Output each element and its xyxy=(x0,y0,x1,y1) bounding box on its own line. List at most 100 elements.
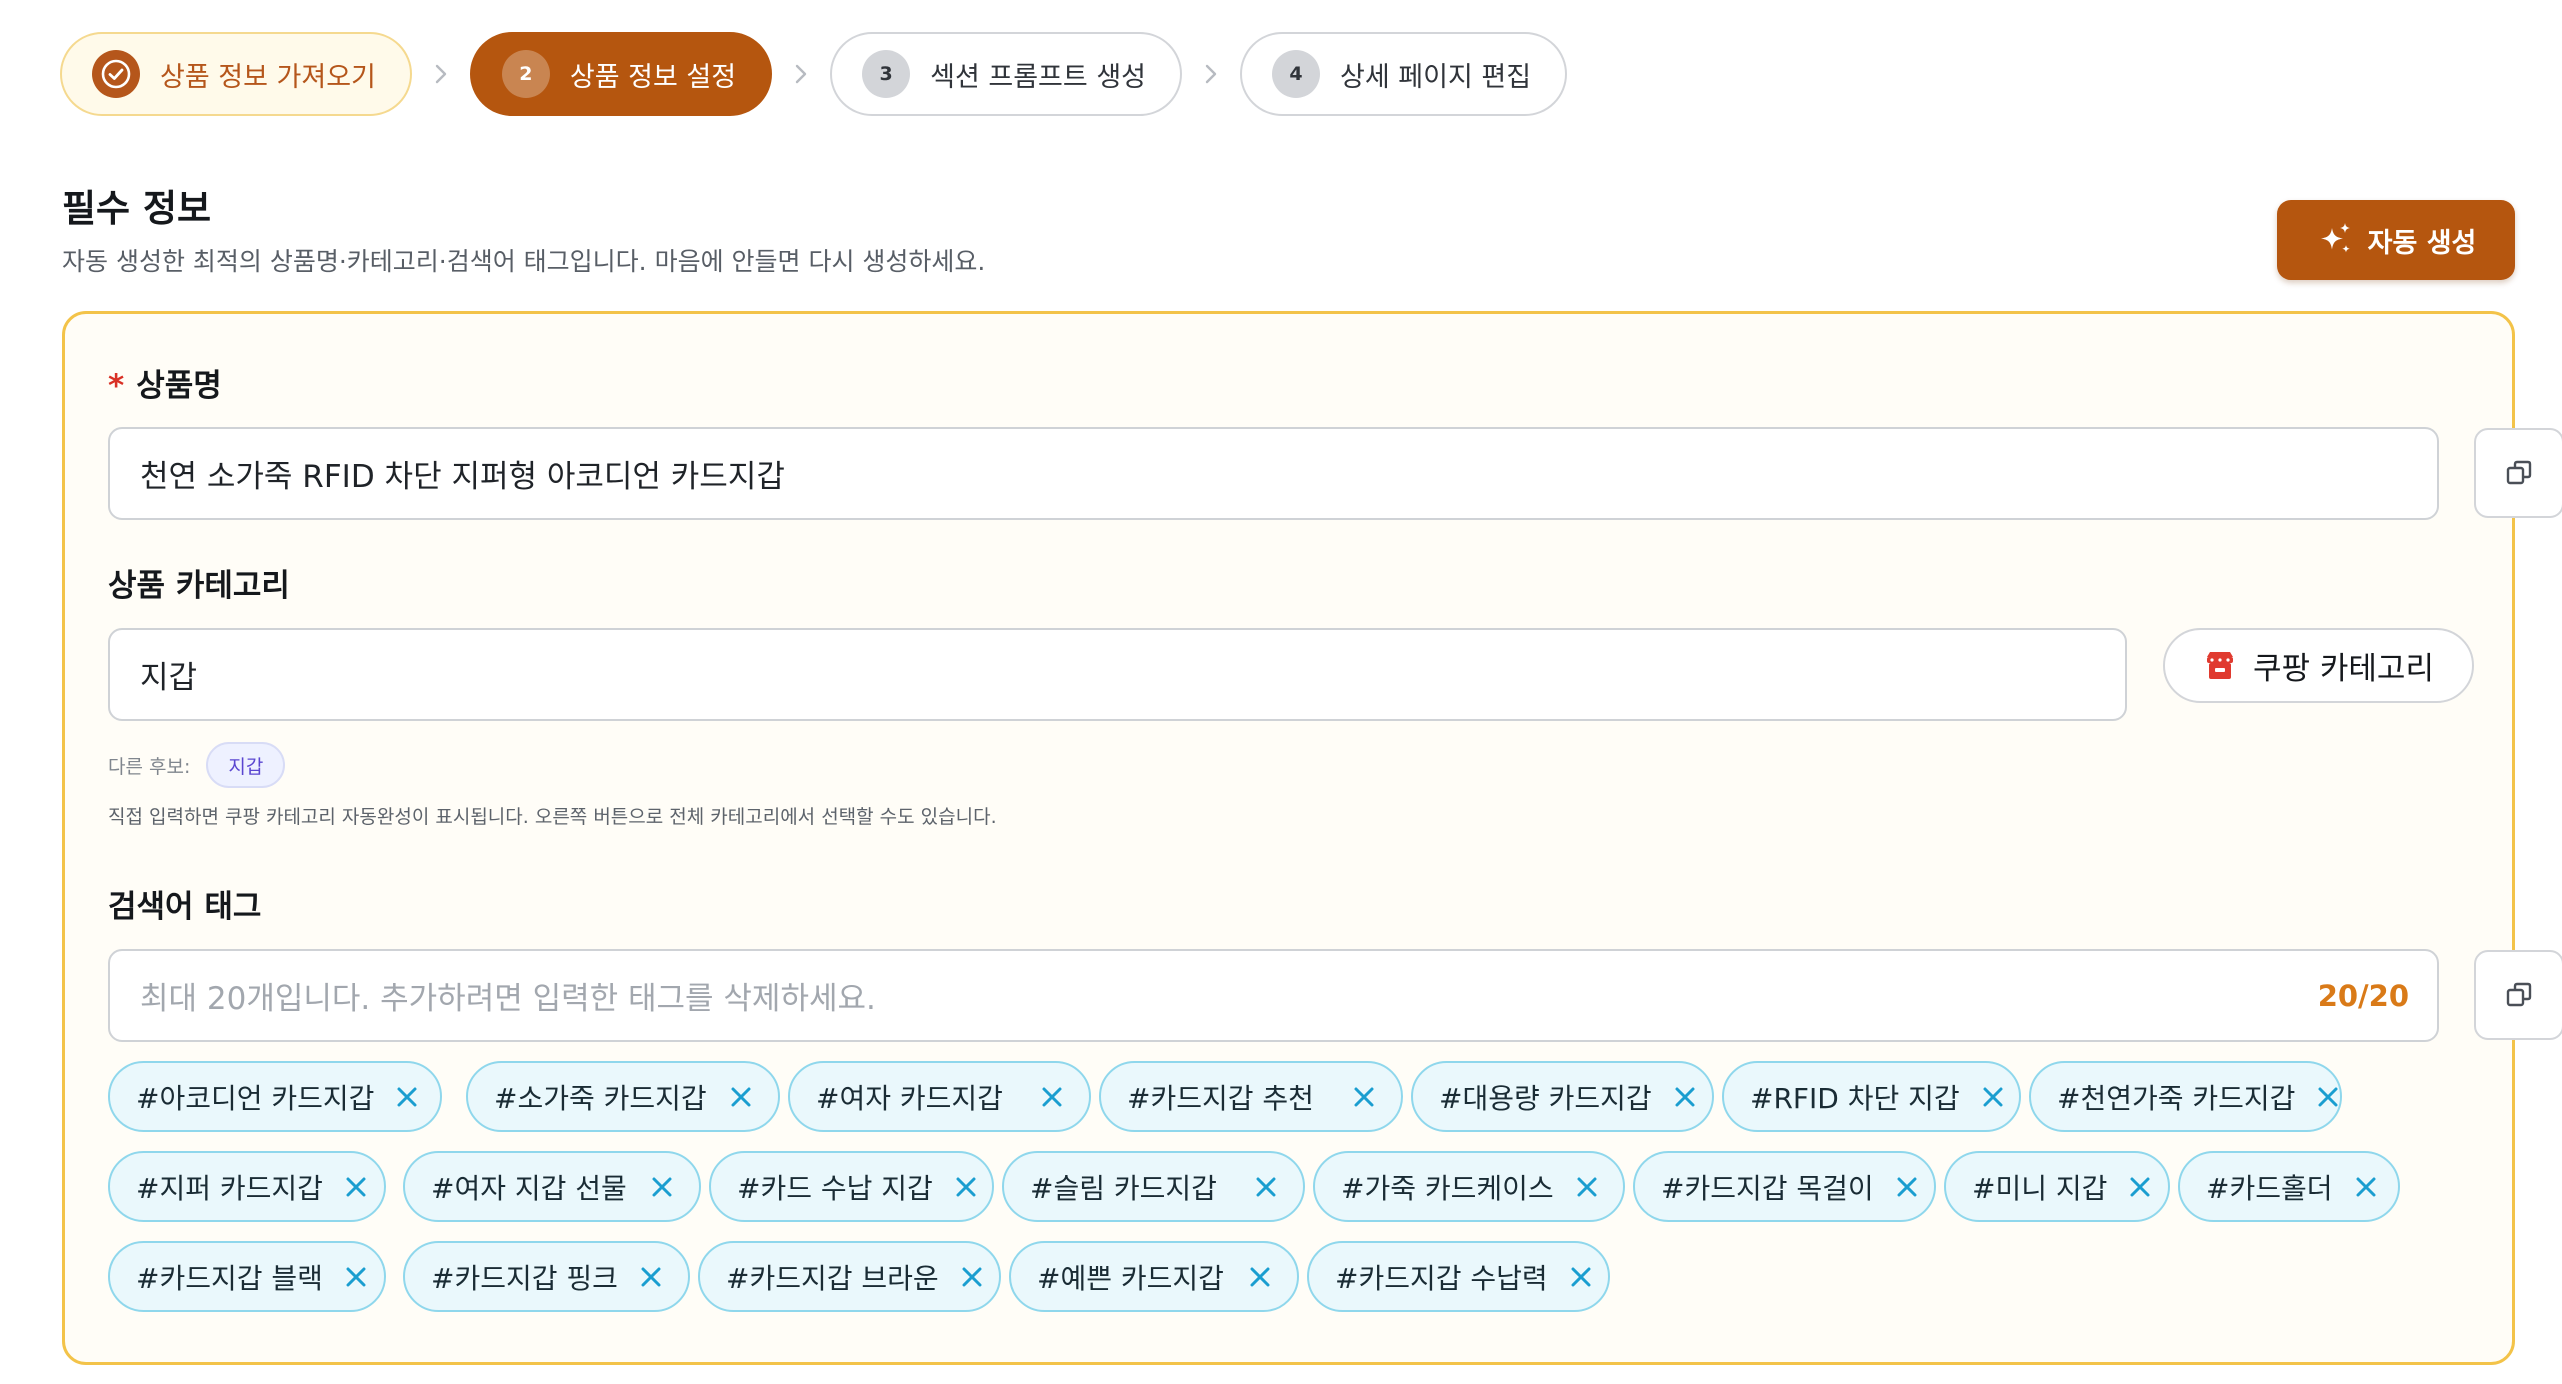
search-tag-chip: #미니 지갑 xyxy=(1944,1151,2170,1222)
search-tag-label: #카드지갑 핑크 xyxy=(431,1261,618,1295)
product-name-label: * 상품명 xyxy=(108,360,222,405)
auto-generate-label: 자동 생성 xyxy=(2367,227,2477,259)
search-tag-label: #천연가죽 카드지갑 xyxy=(2057,1081,2296,1115)
search-tag-chip: #여자 지갑 선물 xyxy=(403,1151,701,1222)
product-name-value: 천연 소가죽 RFID 차단 지퍼형 아코디언 카드지갑 xyxy=(140,459,785,495)
remove-tag-close-icon[interactable] xyxy=(1892,1172,1922,1202)
search-tag-chip: #카드지갑 브라운 xyxy=(698,1241,1001,1312)
search-tag-label: #소가죽 카드지갑 xyxy=(494,1081,707,1115)
required-info-card: * 상품명 천연 소가죽 RFID 차단 지퍼형 아코디언 카드지갑 상품 카테고… xyxy=(62,311,2562,1365)
sparkles-icon xyxy=(2316,220,2356,260)
search-tag-label: #RFID 차단 지갑 xyxy=(1750,1081,1960,1115)
copy-product-name-button[interactable] xyxy=(2474,428,2562,518)
remove-tag-close-icon[interactable] xyxy=(392,1082,422,1112)
search-tag-label: #아코디언 카드지갑 xyxy=(136,1081,375,1115)
search-tag-label: #카드지갑 목걸이 xyxy=(1661,1171,1874,1205)
search-tag-label: #카드지갑 추천 xyxy=(1127,1081,1314,1115)
coupang-category-label: 쿠팡 카테고리 xyxy=(2253,651,2434,687)
step-2-label: 상품 정보 설정 xyxy=(569,61,737,93)
remove-tag-close-icon[interactable] xyxy=(1245,1262,1275,1292)
copy-tags-button[interactable] xyxy=(2474,950,2562,1040)
step-1-import-product[interactable]: 상품 정보 가져오기 xyxy=(60,32,412,116)
category-input[interactable]: 지갑 xyxy=(108,628,2127,721)
step-2-product-settings[interactable]: 2 상품 정보 설정 xyxy=(469,32,773,116)
step-4-number: 4 xyxy=(1272,50,1320,98)
remove-tag-close-icon[interactable] xyxy=(1037,1082,1067,1112)
section-title: 필수 정보 xyxy=(62,187,212,230)
copy-icon xyxy=(2504,458,2534,488)
chevron-right-icon xyxy=(412,62,470,86)
search-tag-label: #카드지갑 수납력 xyxy=(1335,1261,1548,1295)
product-name-input[interactable]: 천연 소가죽 RFID 차단 지퍼형 아코디언 카드지갑 xyxy=(108,427,2439,520)
search-tag-label: #지퍼 카드지갑 xyxy=(136,1171,323,1205)
step-4-detail-page-edit[interactable]: 4 상세 페이지 편집 xyxy=(1240,32,1568,116)
search-tag-chip: #카드지갑 블랙 xyxy=(108,1241,386,1312)
search-tag-chip: #카드 수납 지갑 xyxy=(709,1151,994,1222)
search-tag-label: #카드 수납 지갑 xyxy=(737,1171,933,1205)
section-subtitle: 자동 생성한 최적의 상품명·카테고리·검색어 태그입니다. 마음에 안들면 다… xyxy=(62,247,986,276)
search-tag-label: #가죽 카드케이스 xyxy=(1341,1171,1554,1205)
candidates-label: 다른 후보: xyxy=(108,755,191,778)
product-name-label-text: 상품명 xyxy=(136,368,222,404)
remove-tag-close-icon[interactable] xyxy=(1566,1262,1596,1292)
remove-tag-close-icon[interactable] xyxy=(636,1262,666,1292)
search-tag-chip: #예쁜 카드지갑 xyxy=(1009,1241,1299,1312)
stepper: 상품 정보 가져오기 2 상품 정보 설정 3 섹션 프롬프트 생성 4 상세 … xyxy=(60,32,1568,116)
search-tag-label: #대용량 카드지갑 xyxy=(1439,1081,1652,1115)
search-tag-label: #카드지갑 브라운 xyxy=(726,1261,939,1295)
candidate-chip[interactable]: 지갑 xyxy=(206,742,286,788)
store-icon xyxy=(2203,649,2237,683)
remove-tag-close-icon[interactable] xyxy=(341,1262,371,1292)
copy-icon xyxy=(2504,980,2534,1010)
remove-tag-close-icon[interactable] xyxy=(647,1172,677,1202)
search-tags-label: 검색어 태그 xyxy=(108,889,262,925)
remove-tag-close-icon[interactable] xyxy=(951,1172,981,1202)
search-tag-chip: #카드홀더 xyxy=(2178,1151,2400,1222)
step-3-label: 섹션 프롬프트 생성 xyxy=(930,61,1146,93)
search-tag-label: #슬림 카드지갑 xyxy=(1030,1171,1217,1205)
search-tag-chip: #아코디언 카드지갑 xyxy=(108,1061,442,1132)
remove-tag-close-icon[interactable] xyxy=(2313,1082,2343,1112)
search-tag-chip: #여자 카드지갑 xyxy=(788,1061,1091,1132)
step-2-number: 2 xyxy=(501,50,550,98)
search-tag-label: #카드지갑 블랙 xyxy=(136,1261,323,1295)
step-1-label: 상품 정보 가져오기 xyxy=(160,61,376,93)
remove-tag-close-icon[interactable] xyxy=(1572,1172,1602,1202)
chevron-right-icon xyxy=(772,62,830,86)
search-tag-chip: #지퍼 카드지갑 xyxy=(108,1151,386,1222)
search-tags-placeholder: 최대 20개입니다. 추가하려면 입력한 태그를 삭제하세요. xyxy=(140,981,876,1017)
remove-tag-close-icon[interactable] xyxy=(2125,1172,2155,1202)
search-tag-chip: #천연가죽 카드지갑 xyxy=(2029,1061,2342,1132)
search-tag-chip: #카드지갑 목걸이 xyxy=(1633,1151,1936,1222)
tag-counter: 20/20 xyxy=(2317,978,2409,1013)
search-tag-chip: #대용량 카드지갑 xyxy=(1411,1061,1714,1132)
remove-tag-close-icon[interactable] xyxy=(1670,1082,1700,1112)
remove-tag-close-icon[interactable] xyxy=(957,1262,987,1292)
auto-generate-button[interactable]: 자동 생성 xyxy=(2277,200,2515,280)
check-circle-icon xyxy=(92,50,140,98)
search-tag-label: #예쁜 카드지갑 xyxy=(1037,1261,1224,1295)
step-4-label: 상세 페이지 편집 xyxy=(1340,61,1532,93)
remove-tag-close-icon[interactable] xyxy=(2351,1172,2381,1202)
step-3-number: 3 xyxy=(862,50,911,98)
category-candidates: 다른 후보: 지갑 xyxy=(108,742,286,788)
category-value: 지갑 xyxy=(140,660,198,696)
chevron-right-icon xyxy=(1182,62,1240,86)
remove-tag-close-icon[interactable] xyxy=(1251,1172,1281,1202)
search-tag-chip: #카드지갑 핑크 xyxy=(403,1241,690,1312)
search-tag-chip: #카드지갑 수납력 xyxy=(1307,1241,1610,1312)
search-tag-label: #여자 지갑 선물 xyxy=(431,1171,627,1205)
search-tag-chip: #RFID 차단 지갑 xyxy=(1722,1061,2021,1132)
search-tags-input[interactable]: 최대 20개입니다. 추가하려면 입력한 태그를 삭제하세요. 20/20 xyxy=(108,949,2439,1042)
search-tag-label: #미니 지갑 xyxy=(1972,1171,2108,1205)
category-label: 상품 카테고리 xyxy=(108,568,290,604)
search-tag-chip: #카드지갑 추천 xyxy=(1099,1061,1403,1132)
remove-tag-close-icon[interactable] xyxy=(726,1082,756,1112)
step-3-section-prompts[interactable]: 3 섹션 프롬프트 생성 xyxy=(830,32,1182,116)
coupang-category-button[interactable]: 쿠팡 카테고리 xyxy=(2163,628,2474,703)
search-tag-chip: #가죽 카드케이스 xyxy=(1313,1151,1625,1222)
remove-tag-close-icon[interactable] xyxy=(341,1172,371,1202)
category-hint: 직접 입력하면 쿠팡 카테고리 자동완성이 표시됩니다. 오른쪽 버튼으로 전체… xyxy=(108,806,997,828)
remove-tag-close-icon[interactable] xyxy=(1349,1082,1379,1112)
remove-tag-close-icon[interactable] xyxy=(1978,1082,2008,1112)
